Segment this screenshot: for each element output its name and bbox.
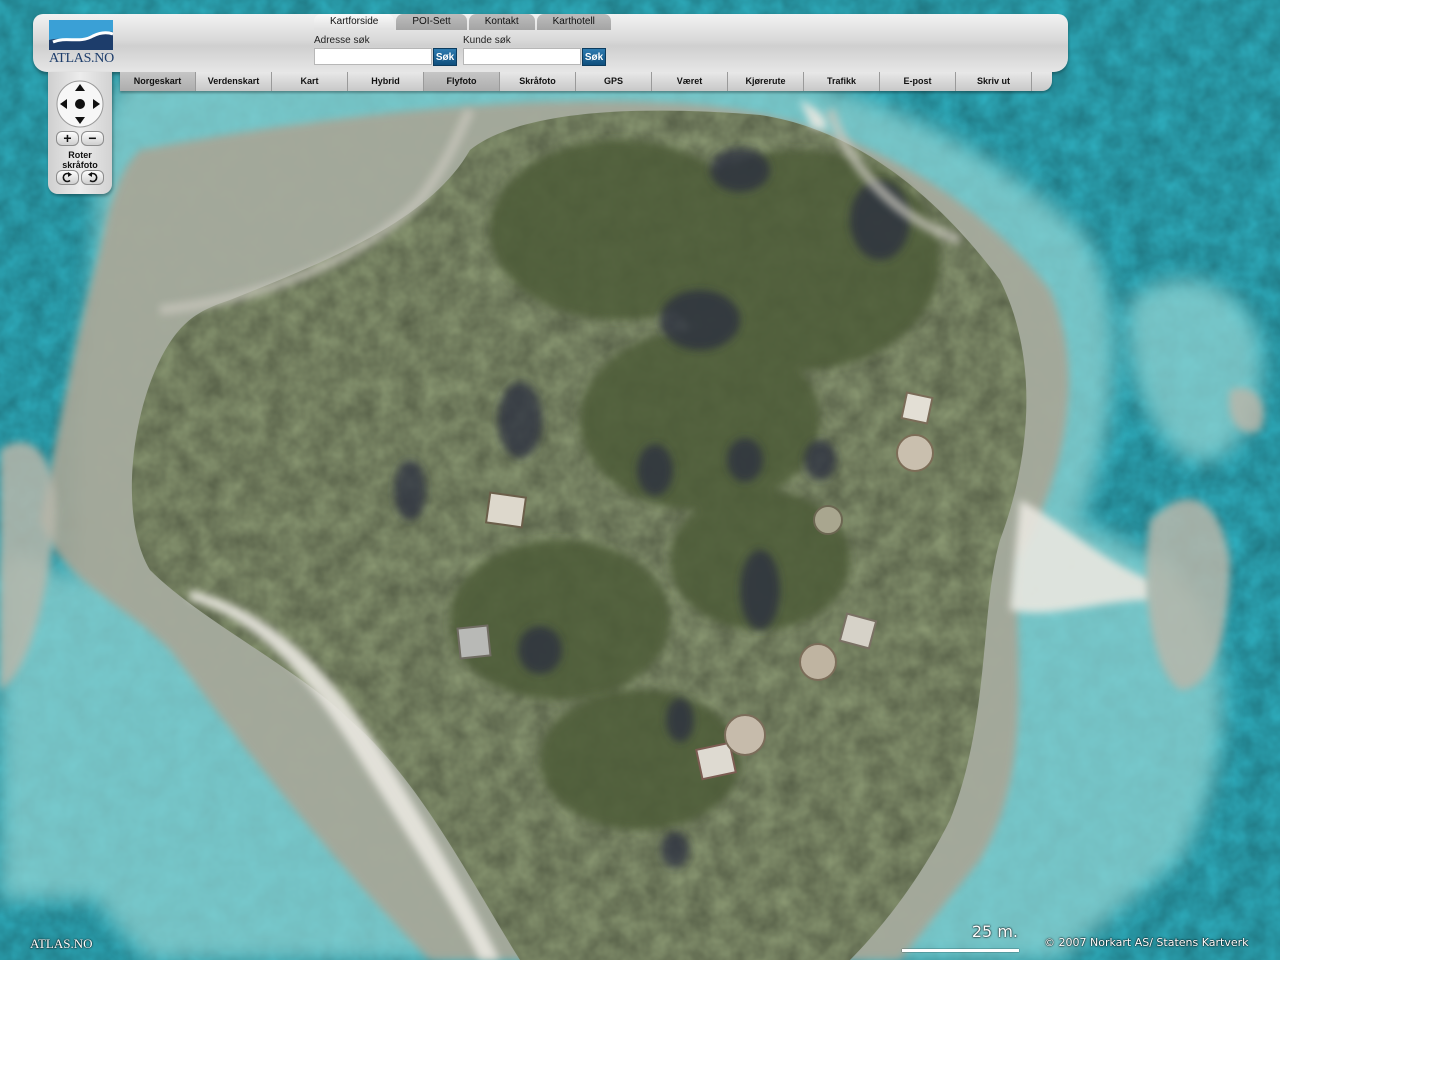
maptype-kjorerute[interactable]: Kjørerute <box>728 72 804 91</box>
zoom-in-button[interactable]: + <box>56 131 79 146</box>
aerial-map[interactable] <box>0 0 1280 960</box>
tab-kontakt[interactable]: Kontakt <box>468 14 535 30</box>
map-navigation-panel: + − Roter skråfoto <box>48 72 112 194</box>
scale-bar: 25 m. <box>902 920 1020 956</box>
logo-wordmark: ATLAS.NO <box>49 51 114 66</box>
maptype-varet[interactable]: Været <box>652 72 728 91</box>
maptype-norgeskart[interactable]: Norgeskart <box>120 72 196 91</box>
scale-label: 25 m. <box>971 922 1018 941</box>
header-bar: ATLAS.NO Kartforside POI-Sett Kontakt Ka… <box>33 14 1068 72</box>
rotate-left-icon <box>62 172 72 183</box>
maptype-flyfoto[interactable]: Flyfoto <box>424 72 500 91</box>
tab-kartforside[interactable]: Kartforside <box>314 14 395 30</box>
pan-control[interactable] <box>56 80 104 128</box>
atlas-logo[interactable]: ATLAS.NO <box>49 20 115 66</box>
maptype-skriv-ut[interactable]: Skriv ut <box>956 72 1032 91</box>
rotate-label-line1: Roter <box>68 150 92 160</box>
maptype-verdenskart[interactable]: Verdenskart <box>196 72 272 91</box>
address-search: Adresse søk Søk <box>314 35 457 66</box>
address-search-input[interactable] <box>314 48 432 65</box>
address-search-label: Adresse søk <box>314 35 370 46</box>
maptype-skrafoto[interactable]: Skråfoto <box>500 72 576 91</box>
address-search-button[interactable]: Søk <box>433 48 457 66</box>
aerial-photo <box>0 0 1280 960</box>
map-type-bar: Norgeskart Verdenskart Kart Hybrid Flyfo… <box>120 72 1052 91</box>
customer-search-button[interactable]: Søk <box>582 48 606 66</box>
maptype-hybrid[interactable]: Hybrid <box>348 72 424 91</box>
map-watermark: ATLAS.NO <box>30 936 93 951</box>
rotate-label-line2: skråfoto <box>62 160 98 170</box>
tab-karthotell[interactable]: Karthotell <box>536 14 611 30</box>
customer-search: Kunde søk Søk <box>463 35 606 66</box>
rotate-left-button[interactable] <box>56 170 79 185</box>
maptype-gps[interactable]: GPS <box>576 72 652 91</box>
tab-poi-sett[interactable]: POI-Sett <box>396 14 467 30</box>
maptype-trafikk[interactable]: Trafikk <box>804 72 880 91</box>
customer-search-input[interactable] <box>463 48 581 65</box>
center-icon[interactable] <box>75 99 85 109</box>
maptype-kart[interactable]: Kart <box>272 72 348 91</box>
scale-line <box>902 949 1019 952</box>
rotate-right-icon <box>88 172 98 183</box>
maptype-epost[interactable]: E-post <box>880 72 956 91</box>
zoom-out-button[interactable]: − <box>81 131 104 146</box>
top-tabs: Kartforside POI-Sett Kontakt Karthotell <box>314 14 613 30</box>
rotate-right-button[interactable] <box>81 170 104 185</box>
copyright-notice: © 2007 Norkart AS/ Statens Kartverk <box>1044 936 1249 949</box>
logo-mark-icon <box>49 20 113 50</box>
rotate-label: Roter skråfoto <box>48 150 112 170</box>
customer-search-label: Kunde søk <box>463 35 511 46</box>
